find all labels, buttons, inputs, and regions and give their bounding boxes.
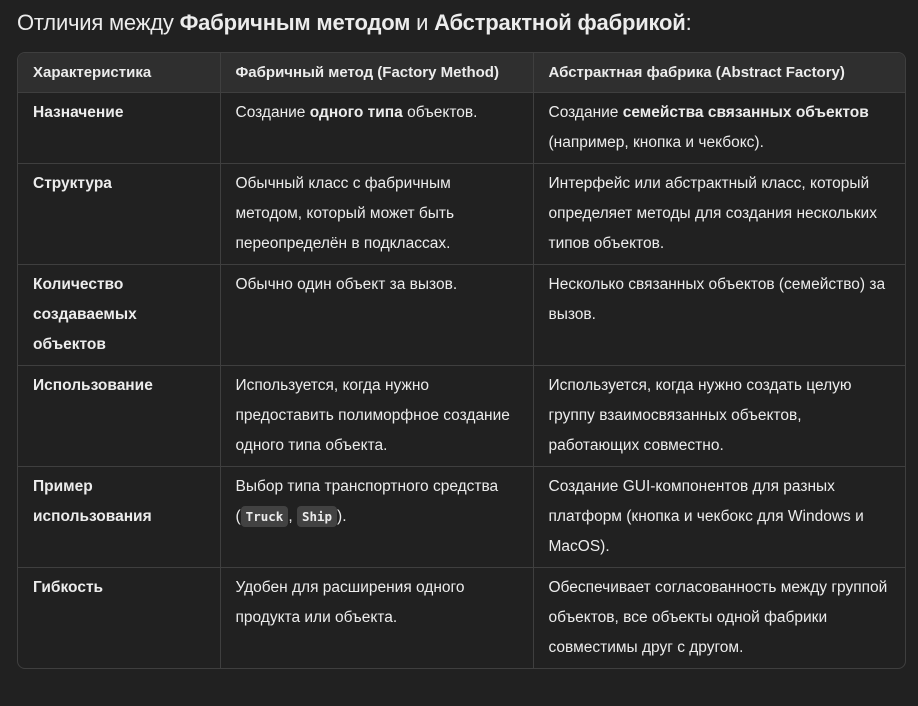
text-segment: Несколько связанных объектов (семейство)… xyxy=(548,276,886,323)
bold-text: одного типа xyxy=(309,104,403,121)
cell-characteristic: Структура xyxy=(18,163,221,265)
cell-abstract-factory: Создание семейства связанных объектов (н… xyxy=(533,92,905,164)
cell-factory-method: Обычно один объект за вызов. xyxy=(220,264,534,366)
table-row: Пример использования Выбор типа транспорт… xyxy=(18,466,905,568)
inline-code: Truck xyxy=(240,506,289,527)
cell-factory-method: Используется, когда нужно предоставить п… xyxy=(220,365,534,467)
cell-abstract-factory: Используется, когда нужно создать целую … xyxy=(533,365,905,467)
table-row: Гибкость Удобен для расширения одного про… xyxy=(18,567,905,669)
cell-characteristic: Использование xyxy=(18,365,221,467)
text-segment: Интерфейс или абстрактный класс, который… xyxy=(548,175,877,252)
header-characteristic: Характеристика xyxy=(18,53,221,93)
bold-text: семейства связанных объектов xyxy=(622,104,869,121)
cell-characteristic: Количество создаваемых объектов xyxy=(18,264,221,366)
text-segment: Используется, когда нужно предоставить п… xyxy=(235,377,510,454)
text-segment: (например, кнопка и чекбокс). xyxy=(548,134,764,151)
text-segment: , xyxy=(288,508,297,525)
text-segment: Отличия между xyxy=(17,10,180,35)
text-segment: Пример использования xyxy=(33,478,152,525)
text-segment: Обеспечивает согласованность между групп… xyxy=(548,579,888,656)
page-title: Отличия между Фабричным методом и Абстра… xyxy=(17,10,692,36)
text-segment: и xyxy=(410,10,435,35)
comparison-table: Характеристика Фабричный метод (Factory … xyxy=(17,52,906,669)
text-segment: Количество создаваемых объектов xyxy=(33,276,137,353)
table-row: Количество создаваемых объектов Обычно од… xyxy=(18,264,905,366)
cell-characteristic: Гибкость xyxy=(18,567,221,668)
cell-factory-method: Удобен для расширения одного продукта ил… xyxy=(220,567,534,668)
text-segment: объектов. xyxy=(402,104,478,121)
cell-abstract-factory: Обеспечивает согласованность между групп… xyxy=(533,568,905,669)
text-segment: Гибкость xyxy=(33,579,104,596)
cell-characteristic: Пример использования xyxy=(18,466,221,568)
cell-factory-method: Обычный класс с фабричным методом, котор… xyxy=(220,163,534,265)
header-abstract-factory: Абстрактная фабрика (Abstract Factory) xyxy=(533,53,905,93)
cell-factory-method: Выбор типа транспортного средства (Truck… xyxy=(220,466,534,568)
table-row: Назначение Создание одного типа объектов.… xyxy=(18,92,905,164)
text-segment: Назначение xyxy=(33,104,124,121)
text-segment: Создание xyxy=(548,104,623,121)
table-header-row: Характеристика Фабричный метод (Factory … xyxy=(18,53,905,93)
table-row: Структура Обычный класс с фабричным метод… xyxy=(18,163,905,265)
bold-text: Фабричным методом xyxy=(179,10,411,35)
text-segment: Используется, когда нужно создать целую … xyxy=(548,377,852,454)
text-segment: Использование xyxy=(33,377,153,394)
text-segment: Обычно один объект за вызов. xyxy=(235,276,458,293)
text-segment: Создание GUI-компонентов для разных плат… xyxy=(548,478,864,555)
text-segment: ). xyxy=(337,508,347,525)
text-segment: : xyxy=(685,10,692,35)
text-segment: Создание xyxy=(235,104,310,121)
table-row: Использование Используется, когда нужно п… xyxy=(18,365,905,467)
cell-abstract-factory: Интерфейс или абстрактный класс, который… xyxy=(533,163,905,265)
bold-text: Абстрактной фабрикой xyxy=(434,10,686,35)
text-segment: Удобен для расширения одного продукта ил… xyxy=(235,579,465,626)
cell-factory-method: Создание одного типа объектов. xyxy=(220,92,534,164)
cell-characteristic: Назначение xyxy=(18,92,221,164)
cell-abstract-factory: Несколько связанных объектов (семейство)… xyxy=(533,264,905,366)
header-factory-method: Фабричный метод (Factory Method) xyxy=(220,53,534,93)
cell-abstract-factory: Создание GUI-компонентов для разных плат… xyxy=(533,466,905,568)
text-segment: Структура xyxy=(33,175,112,192)
inline-code: Ship xyxy=(296,506,338,527)
text-segment: Обычный класс с фабричным методом, котор… xyxy=(235,175,455,252)
